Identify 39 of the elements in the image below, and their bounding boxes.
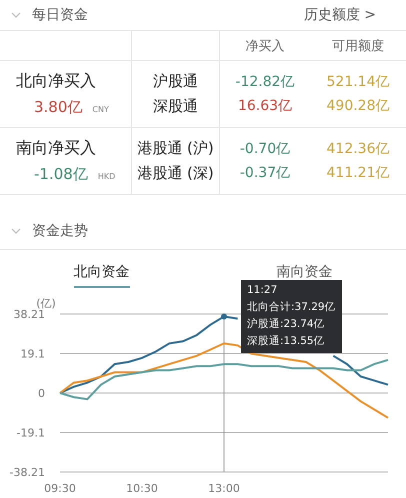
currency-label: HKD: [98, 172, 116, 181]
tooltip-text: 深股通:13.55亿: [247, 335, 326, 348]
x-tick-label: 10:30: [126, 482, 158, 495]
y-tick-label: 19.1: [20, 348, 45, 360]
total-value: 3.80亿: [34, 98, 82, 117]
tooltip-text: 沪股通:23.74亿: [247, 318, 326, 332]
history-link[interactable]: 历史额度 >: [304, 6, 376, 24]
currency-label: CNY: [92, 105, 109, 114]
column-header: 可用额度: [332, 38, 384, 54]
group-label: 南向净买入: [16, 138, 97, 159]
y-tick-label: -38.21: [10, 466, 45, 479]
group-label: 北向净买入: [16, 71, 97, 92]
column-header: 净买入: [246, 38, 284, 54]
net-buy-value: 16.63亿: [238, 97, 292, 115]
axis-unit: (亿): [36, 297, 56, 310]
quota-value: 490.28亿: [326, 97, 390, 115]
quota-value: 412.36亿: [326, 140, 390, 158]
channel-name: 深股通: [153, 97, 198, 116]
net-buy-value: -0.70亿: [240, 140, 290, 158]
tab[interactable]: 南向资金: [276, 256, 332, 288]
net-buy-value: -12.82亿: [235, 73, 295, 91]
quota-value: 411.21亿: [326, 164, 390, 182]
channel-name: 沪股通: [153, 72, 198, 91]
section-title: 资金走势: [32, 222, 88, 240]
channel-name: 港股通 (深): [137, 164, 214, 183]
tooltip-text: 北向合计:37.29亿: [247, 301, 336, 314]
y-tick-label: 38.21: [14, 308, 45, 321]
y-tick-label: 0: [38, 387, 45, 400]
quota-value: 521.14亿: [326, 73, 390, 91]
tab[interactable]: 北向资金: [74, 256, 130, 288]
channel-name: 港股通 (沪): [137, 139, 214, 158]
y-tick-label: -19.1: [16, 426, 45, 440]
section-title: 每日资金: [32, 6, 88, 24]
x-tick-label: 09:30: [44, 482, 76, 495]
net-buy-value: -0.37亿: [240, 164, 290, 182]
x-tick-label: 13:00: [208, 482, 240, 495]
data-point: [221, 314, 227, 320]
total-value: -1.08亿: [34, 165, 88, 184]
tooltip-text: 11:27: [247, 284, 278, 298]
